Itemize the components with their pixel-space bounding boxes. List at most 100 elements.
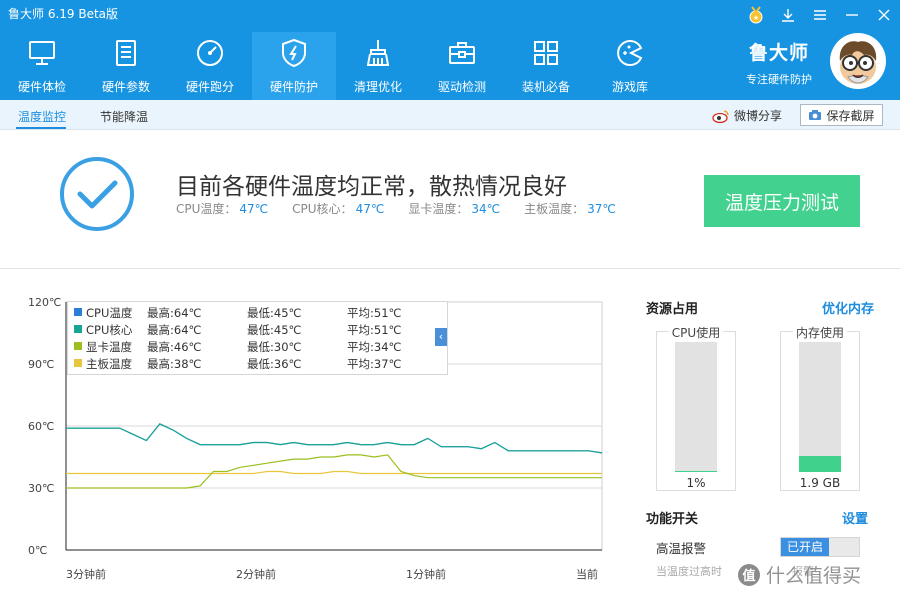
legend-swatch (74, 308, 82, 316)
brand-name: 鲁大师 (748, 42, 809, 64)
cpu-usage-fill (675, 470, 717, 472)
weibo-share-button[interactable]: 微博分享 (712, 107, 782, 124)
x-tick-label: 2分钟前 (236, 568, 276, 581)
stress-test-button[interactable]: 温度压力测试 (704, 175, 860, 227)
nav-label: 硬件防护 (269, 80, 318, 94)
status-panel: 目前各硬件温度均正常，散热情况良好 CPU温度： 47℃ CPU核心： 47℃ 显卡… (0, 131, 900, 269)
save-screenshot-button[interactable]: 保存截屏 (800, 104, 883, 126)
shield-icon (282, 38, 306, 68)
status-headline: 目前各硬件温度均正常，散热情况良好 (176, 174, 567, 200)
memory-usage-fill (799, 456, 841, 472)
legend-max: 最高:38℃ (147, 357, 202, 371)
temp-label: 显卡温度： (408, 202, 469, 216)
y-tick-label: 120℃ (28, 296, 62, 309)
cpu-usage-gauge: CPU使用 1% (656, 326, 736, 491)
cpu-usage-label: CPU使用 (668, 326, 724, 340)
broom-icon (366, 40, 390, 66)
nav-hardware-protection[interactable]: 硬件防护 (252, 32, 336, 100)
gauge-label: CPU使用 (657, 324, 735, 341)
nav-driver-check[interactable]: 驱动检测 (420, 32, 504, 100)
legend-min: 最低:36℃ (247, 357, 302, 371)
legend-series-name: 显卡温度 (86, 340, 132, 354)
x-tick-label: 3分钟前 (66, 568, 106, 581)
gamepad-icon (617, 40, 643, 66)
nav-hardware-check[interactable]: 硬件体检 (0, 32, 84, 100)
app-title: 鲁大师 6.19 Beta版 (8, 7, 119, 21)
temp-label: CPU温度： (176, 202, 237, 216)
nav-essentials[interactable]: 装机必备 (504, 32, 588, 100)
save-screenshot-label: 保存截屏 (826, 108, 875, 123)
nav-label: 游戏库 (611, 80, 648, 94)
nav-hardware-params[interactable]: 硬件参数 (84, 32, 168, 100)
legend-swatch (74, 342, 82, 350)
legend-min: 最低:30℃ (247, 340, 302, 354)
gauge-track (799, 342, 841, 472)
resources-title: 资源占用 (646, 302, 699, 317)
speedometer-icon (197, 40, 223, 66)
cpu-usage-value: 1% (686, 476, 706, 490)
weibo-icon (712, 109, 729, 123)
avatar[interactable] (830, 33, 886, 89)
nav-label: 硬件体检 (17, 80, 66, 94)
legend-collapse-button[interactable]: ‹ (435, 328, 447, 346)
nav-label: 硬件参数 (101, 80, 150, 94)
nav-label: 硬件跑分 (185, 80, 234, 94)
tab-temperature-monitor[interactable]: 温度监控 (18, 108, 66, 125)
nav-cleanup[interactable]: 清理优化 (336, 32, 420, 100)
legend-row-cpu-temp[interactable]: CPU温度 最高:64℃ 最低:45℃ 平均:51℃ (68, 304, 447, 321)
alarm-hint-text: 当温度过高时 (656, 565, 722, 578)
y-tick-label: 0℃ (28, 544, 48, 557)
main-nav: 硬件体检 硬件参数 硬件跑分 硬件防护 清理优化 驱动检测 装机必备 游戏库 (0, 32, 672, 100)
legend-avg: 平均:51℃ (347, 306, 402, 320)
high-temp-alarm-label: 高温报警 (656, 541, 707, 556)
gpu-temp-summary: 显卡温度： 34℃ (408, 200, 500, 217)
high-temp-alarm-toggle[interactable]: 已开启 (780, 537, 860, 557)
legend-row-gpu-temp[interactable]: 显卡温度 最高:46℃ 最低:30℃ 平均:34℃ (68, 338, 447, 355)
nav-label: 驱动检测 (437, 80, 486, 94)
legend-max: 最高:64℃ (147, 323, 202, 337)
legend-swatch (74, 359, 82, 367)
toggle-on-label: 已开启 (781, 538, 829, 556)
cpu-temp-summary: CPU温度： 47℃ (176, 200, 268, 217)
temp-label: CPU核心： (292, 202, 353, 216)
svg-text:★: ★ (753, 14, 759, 22)
temp-value: 47℃ (355, 202, 385, 216)
document-list-icon (116, 40, 136, 66)
nav-game-library[interactable]: 游戏库 (588, 32, 672, 100)
legend-max: 最高:46℃ (147, 340, 202, 354)
optimize-memory-link[interactable]: 优化内存 (822, 298, 874, 317)
monitor-icon (29, 41, 55, 65)
checkmark-circle-icon (60, 157, 134, 231)
settings-link[interactable]: 设置 (842, 508, 868, 527)
cpu-core-summary: CPU核心： 47℃ (292, 200, 384, 217)
weibo-share-label: 微博分享 (734, 109, 783, 123)
legend-row-cpu-core[interactable]: CPU核心 最高:64℃ 最低:45℃ 平均:51℃ (68, 321, 447, 338)
close-icon[interactable] (868, 0, 900, 30)
legend-avg: 平均:37℃ (347, 357, 402, 371)
legend-series-name: 主板温度 (86, 357, 132, 371)
gauge-label: 内存使用 (781, 324, 859, 341)
download-icon[interactable] (772, 0, 804, 30)
tab-power-saving-cooling[interactable]: 节能降温 (100, 108, 148, 125)
series-line-3 (66, 470, 602, 475)
series-line-1 (66, 423, 603, 454)
memory-usage-value: 1.9 GB (799, 476, 841, 490)
top-bar: 鲁大师 6.19 Beta版 ★ 硬件体检 硬件参数 硬件跑分 硬件防护 清理优… (0, 0, 900, 100)
watermark: 值 什么值得买 (738, 561, 861, 588)
temperature-chart: 120℃ 90℃ 60℃ 30℃ 0℃ 3分钟前 2分钟前 1分钟前 当前 CP… (0, 288, 620, 588)
minimize-icon[interactable] (836, 0, 868, 30)
medal-icon[interactable]: ★ (740, 0, 772, 30)
memory-usage-label: 内存使用 (792, 326, 847, 340)
memory-usage-gauge: 内存使用 1.9 GB (780, 326, 860, 491)
board-temp-summary: 主板温度： 37℃ (524, 200, 616, 217)
temp-value: 34℃ (471, 202, 501, 216)
nav-benchmark[interactable]: 硬件跑分 (168, 32, 252, 100)
watermark-text: 什么值得买 (766, 565, 862, 587)
series-line-0 (66, 423, 603, 454)
menu-icon[interactable] (804, 0, 836, 30)
mascot-icon (831, 34, 885, 88)
temp-value: 37℃ (587, 202, 616, 216)
legend-row-board-temp[interactable]: 主板温度 最高:38℃ 最低:36℃ 平均:37℃ (68, 355, 447, 372)
toolbox-icon (449, 42, 475, 64)
legend-max: 最高:64℃ (147, 306, 202, 320)
